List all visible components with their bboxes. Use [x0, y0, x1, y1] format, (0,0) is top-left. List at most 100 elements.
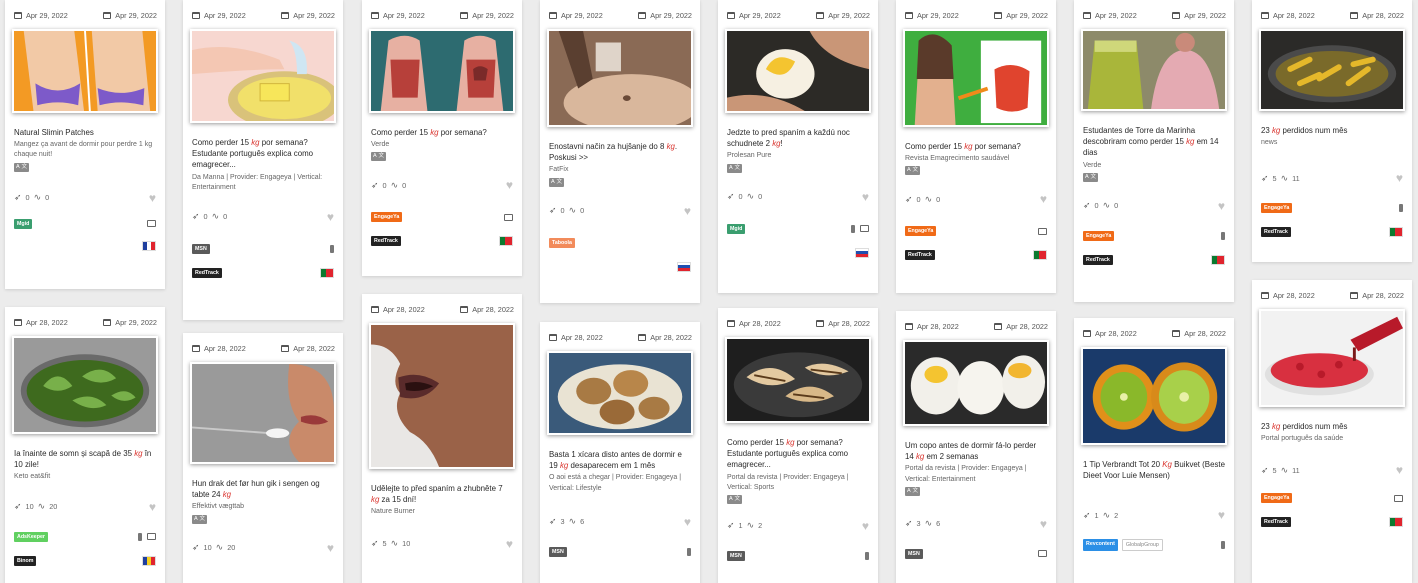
ad-thumbnail[interactable] — [190, 362, 336, 464]
mobile-icon — [851, 224, 855, 233]
heart-icon[interactable]: ♥ — [1218, 199, 1225, 213]
ad-card[interactable]: Apr 29, 2022 Apr 29, 2022 Como perder 15 … — [183, 0, 343, 320]
ad-thumbnail[interactable] — [903, 29, 1049, 127]
ad-title: Udělejte to před spaním a zhubněte 7 kg … — [371, 484, 503, 505]
trend-count: 6 — [936, 519, 941, 529]
first-seen-date: Apr 28, 2022 — [192, 342, 246, 354]
calendar-icon — [371, 11, 379, 19]
ad-thumbnail[interactable] — [725, 29, 871, 113]
heart-icon[interactable]: ♥ — [149, 191, 156, 205]
calendar-icon — [192, 344, 200, 352]
first-seen-date: Apr 28, 2022 — [1083, 327, 1137, 339]
translate-icon[interactable]: A 文 — [905, 166, 921, 176]
mobile-icon — [865, 551, 869, 560]
heart-icon[interactable]: ♥ — [1396, 171, 1403, 185]
ad-card[interactable]: Apr 28, 2022 Apr 28, 2022 Como perder 15 … — [718, 308, 878, 583]
trend-count: 0 — [936, 194, 941, 204]
ad-card[interactable]: Apr 29, 2022 Apr 29, 2022 Natural Slimin … — [5, 0, 165, 289]
ad-title: Estudantes de Torre da Marinha descobrir… — [1083, 126, 1219, 158]
ad-thumbnail[interactable] — [1259, 309, 1405, 407]
desktop-icon — [1394, 494, 1403, 502]
rocket-icon: ➶ — [371, 538, 379, 549]
heart-icon[interactable]: ♥ — [506, 537, 513, 551]
ad-thumbnail[interactable] — [369, 323, 515, 469]
last-seen-date: Apr 29, 2022 — [460, 9, 514, 21]
ad-card[interactable]: Apr 28, 2022 Apr 28, 2022 Basta 1 xícara … — [540, 322, 700, 583]
calendar-icon — [1172, 329, 1181, 337]
ad-card[interactable]: Apr 29, 2022 Apr 29, 2022 Enostavni način… — [540, 0, 700, 303]
ad-thumbnail[interactable] — [369, 29, 515, 113]
translate-icon[interactable]: A 文 — [14, 162, 30, 172]
translate-icon[interactable]: A 文 — [727, 163, 743, 173]
ad-card[interactable]: Apr 28, 2022 Apr 28, 2022 Udělejte to pře… — [362, 294, 522, 583]
first-seen-date: Apr 29, 2022 — [727, 9, 781, 21]
ad-card[interactable]: Apr 28, 2022 Apr 28, 2022 1 Tip Verbrandt… — [1074, 318, 1234, 583]
ad-card[interactable]: Apr 28, 2022 Apr 28, 2022 Hun drak det fø… — [183, 333, 343, 583]
flag-pt-icon — [1211, 254, 1225, 265]
ad-source: FatFix — [549, 166, 569, 174]
ad-card[interactable]: Apr 29, 2022 Apr 29, 2022 Estudantes de T… — [1074, 0, 1234, 302]
translate-icon[interactable]: A 文 — [727, 494, 743, 504]
heart-icon[interactable]: ♥ — [684, 204, 691, 218]
heart-icon[interactable]: ♥ — [1040, 517, 1047, 531]
ad-thumbnail[interactable] — [12, 29, 158, 113]
ad-card[interactable]: Apr 29, 2022 Apr 29, 2022 Como perder 15 … — [362, 0, 522, 276]
trend-icon: ∿ — [1102, 509, 1111, 520]
trend-icon: ∿ — [33, 192, 42, 202]
ad-thumbnail[interactable] — [190, 29, 336, 123]
ad-thumbnail[interactable] — [1081, 347, 1227, 445]
rocket-icon: ➶ — [192, 542, 200, 553]
ad-thumbnail[interactable] — [1259, 29, 1405, 111]
translate-icon[interactable]: A 文 — [549, 177, 565, 187]
ad-thumbnail[interactable] — [547, 29, 693, 127]
group-badge: GlobalpGroup — [1121, 539, 1163, 552]
heart-icon[interactable]: ♥ — [1396, 463, 1403, 477]
trend-icon: ∿ — [1280, 172, 1289, 183]
last-seen-date: Apr 28, 2022 — [1350, 9, 1404, 21]
ad-thumbnail[interactable] — [547, 351, 693, 435]
calendar-icon — [816, 11, 825, 19]
ad-card[interactable]: Apr 28, 2022 Apr 28, 2022 23 kg perdidos … — [1252, 0, 1412, 262]
heart-icon[interactable]: ♥ — [327, 210, 334, 224]
flag-fr-icon — [142, 240, 156, 251]
rocket-icon: ➶ — [1083, 509, 1091, 520]
trend-icon: ∿ — [1102, 200, 1111, 211]
calendar-icon — [816, 319, 825, 327]
trend-count: 10 — [402, 539, 411, 549]
heart-icon[interactable]: ♥ — [149, 500, 156, 514]
boost-count: 0 — [382, 180, 387, 190]
network-badge: Mgid — [727, 223, 746, 234]
boost-count: 0 — [560, 206, 565, 216]
ad-card[interactable]: Apr 28, 2022 Apr 28, 2022 Um copo antes d… — [896, 311, 1056, 583]
heart-icon[interactable]: ♥ — [862, 190, 869, 204]
ad-card[interactable]: Apr 28, 2022 Apr 28, 2022 23 kg perdidos … — [1252, 280, 1412, 583]
ad-thumbnail[interactable] — [1081, 29, 1227, 111]
trend-count: 0 — [223, 212, 228, 222]
trend-icon: ∿ — [390, 179, 399, 190]
translate-icon[interactable]: A 文 — [371, 152, 387, 162]
heart-icon[interactable]: ♥ — [506, 178, 513, 192]
translate-icon[interactable]: A 文 — [192, 514, 208, 524]
translate-icon[interactable]: A 文 — [1083, 172, 1099, 182]
ad-thumbnail[interactable] — [725, 337, 871, 423]
ad-source: O aoi está a chegar | Provider: Engageya… — [549, 474, 682, 492]
calendar-icon — [371, 305, 379, 313]
heart-icon[interactable]: ♥ — [1218, 508, 1225, 522]
desktop-icon — [147, 533, 156, 541]
heart-icon[interactable]: ♥ — [327, 541, 334, 555]
ad-thumbnail[interactable] — [903, 340, 1049, 426]
ad-thumbnail[interactable] — [12, 336, 158, 434]
heart-icon[interactable]: ♥ — [862, 519, 869, 533]
mobile-icon — [330, 244, 334, 253]
ad-card[interactable]: Apr 29, 2022 Apr 29, 2022 Jedzte to pred … — [718, 0, 878, 293]
heart-icon[interactable]: ♥ — [684, 515, 691, 529]
trend-count: 2 — [758, 521, 763, 531]
last-seen-date: Apr 28, 2022 — [281, 342, 335, 354]
first-seen-date: Apr 29, 2022 — [14, 9, 68, 21]
heart-icon[interactable]: ♥ — [1040, 192, 1047, 206]
translate-icon[interactable]: A 文 — [905, 486, 921, 496]
ad-card[interactable]: Apr 29, 2022 Apr 29, 2022 Como perder 15 … — [896, 0, 1056, 293]
ad-source: Verde — [371, 141, 390, 149]
ad-card[interactable]: Apr 28, 2022 Apr 29, 2022 Ia înainte de s… — [5, 307, 165, 583]
tracker-badge: Binom — [14, 555, 37, 566]
